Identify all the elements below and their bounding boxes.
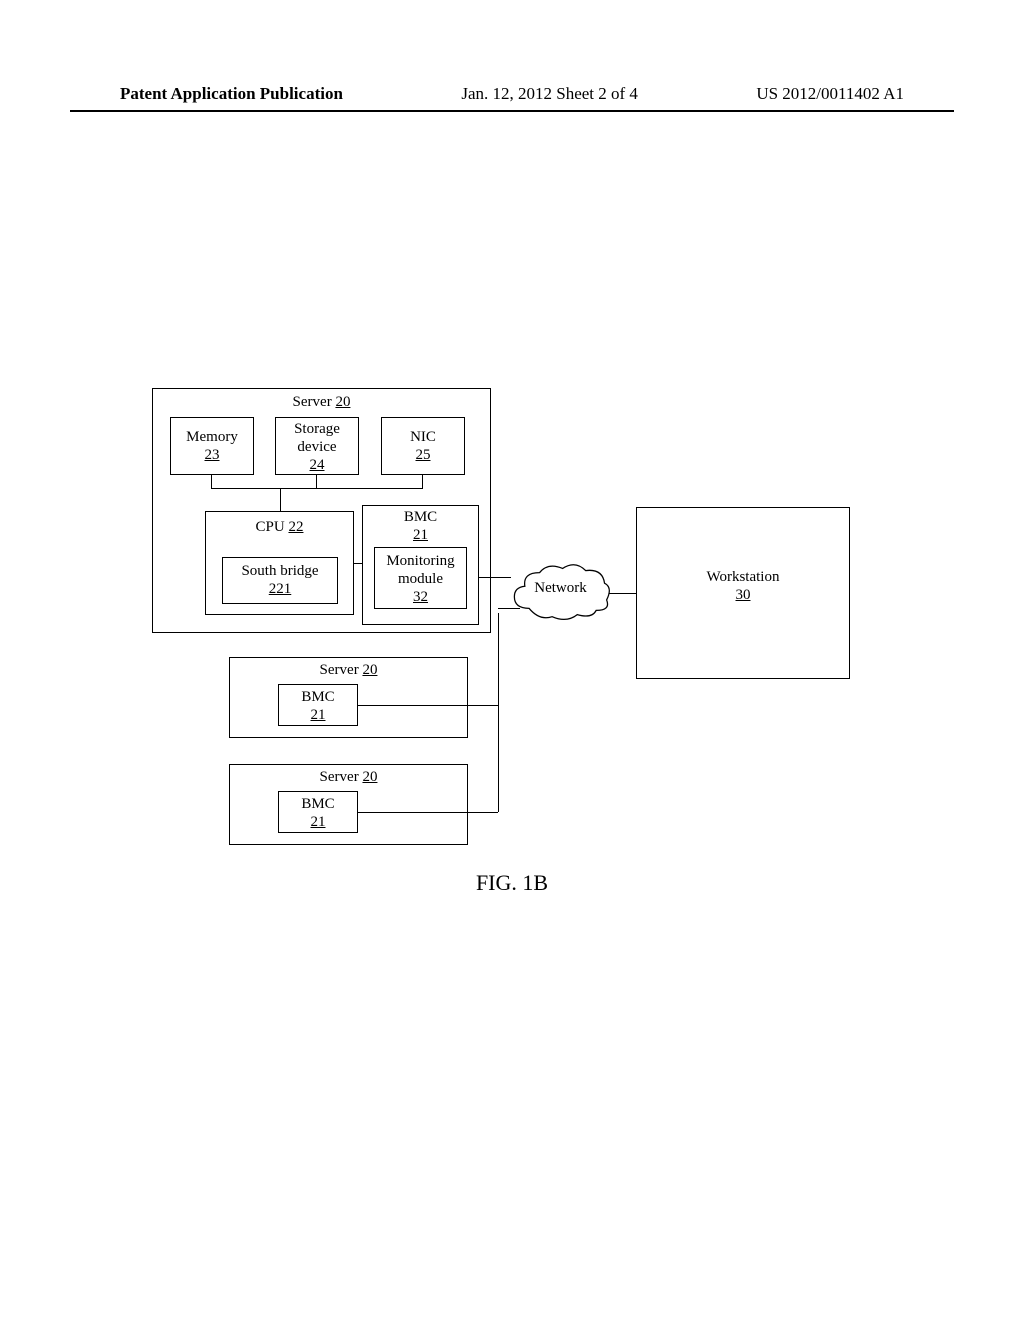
network-label: Network: [508, 580, 613, 597]
monitoring-module-box: Monitoring module 32: [374, 547, 467, 609]
bmc-2-label: BMC: [279, 688, 357, 706]
server-3-ref: 20: [362, 769, 377, 785]
connector-line: [354, 563, 362, 564]
bmc-1-ref: 21: [363, 526, 478, 544]
bmc-1-label: BMC: [363, 508, 478, 526]
server-1-label: Server: [293, 394, 332, 410]
monitoring-label-1: Monitoring: [375, 552, 466, 570]
server-2-label: Server: [320, 662, 359, 678]
network-cloud: Network: [508, 558, 613, 623]
cpu-ref: 22: [288, 519, 303, 535]
server-1-title: Server 20: [153, 394, 490, 411]
bmc-3-ref: 21: [279, 813, 357, 831]
header-center: Jan. 12, 2012 Sheet 2 of 4: [461, 84, 638, 104]
monitoring-label-2: module: [375, 570, 466, 588]
nic-box: NIC 25: [381, 417, 465, 475]
storage-ref: 24: [276, 456, 358, 474]
bmc-3-box: BMC 21: [278, 791, 358, 833]
connector-line: [498, 613, 499, 812]
connector-line: [211, 475, 212, 489]
bmc-2-box: BMC 21: [278, 684, 358, 726]
connector-line: [211, 488, 423, 489]
cpu-title: CPU 22: [206, 519, 353, 536]
south-bridge-ref: 221: [223, 580, 337, 598]
south-bridge-label: South bridge: [223, 562, 337, 580]
south-bridge-box: South bridge 221: [222, 557, 338, 604]
server-3-title: Server 20: [230, 769, 467, 786]
bmc-1-title: BMC 21: [363, 508, 478, 544]
workstation-box: Workstation 30: [636, 507, 850, 679]
server-2-ref: 20: [362, 662, 377, 678]
workstation-label: Workstation: [637, 568, 849, 586]
bmc-3-label: BMC: [279, 795, 357, 813]
connector-line: [479, 577, 511, 578]
storage-label-2: device: [276, 438, 358, 456]
page-header: Patent Application Publication Jan. 12, …: [0, 84, 1024, 104]
connector-line: [358, 705, 498, 706]
connector-line: [358, 812, 498, 813]
storage-box: Storage device 24: [275, 417, 359, 475]
header-right: US 2012/0011402 A1: [756, 84, 904, 104]
page: Patent Application Publication Jan. 12, …: [0, 0, 1024, 1320]
bmc-2-ref: 21: [279, 706, 357, 724]
cpu-label: CPU: [256, 519, 285, 535]
connector-line: [498, 608, 520, 609]
connector-line: [609, 593, 636, 594]
workstation-ref: 30: [637, 586, 849, 604]
connector-line: [422, 475, 423, 489]
server-1-ref: 20: [335, 394, 350, 410]
nic-label: NIC: [382, 428, 464, 446]
figure-caption: FIG. 1B: [0, 870, 1024, 896]
connector-line: [280, 488, 281, 511]
memory-box: Memory 23: [170, 417, 254, 475]
server-3-label: Server: [320, 769, 359, 785]
connector-line: [316, 475, 317, 489]
memory-ref: 23: [171, 446, 253, 464]
memory-label: Memory: [171, 428, 253, 446]
server-2-title: Server 20: [230, 662, 467, 679]
nic-ref: 25: [382, 446, 464, 464]
monitoring-ref: 32: [375, 588, 466, 606]
header-rule: [70, 110, 954, 112]
storage-label-1: Storage: [276, 420, 358, 438]
header-left: Patent Application Publication: [120, 84, 343, 104]
